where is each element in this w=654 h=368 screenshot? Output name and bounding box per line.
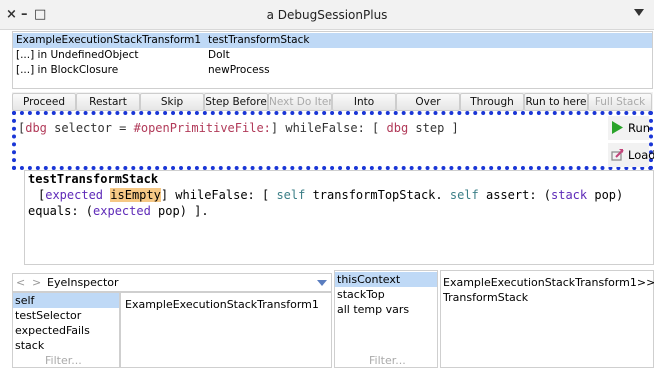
inspector-field-list[interactable]: self testSelector expectedFails stack Fi…	[12, 292, 120, 368]
over-button[interactable]: Over	[396, 93, 460, 111]
command-pane[interactable]: [dbg selector = #openPrimitiveFile:] whi…	[12, 111, 654, 170]
stack-method: newProcess	[208, 64, 270, 76]
play-icon	[612, 121, 623, 134]
stack-receiver: [...] in BlockClosure	[16, 64, 119, 76]
inspector-name: EyeInspector	[47, 276, 119, 289]
stack-row[interactable]: [...] in BlockClosure newProcess	[13, 63, 652, 78]
run-to-here-button[interactable]: Run to here	[524, 93, 588, 111]
list-item[interactable]: all temp vars	[335, 302, 437, 317]
chevron-down-icon[interactable]	[317, 280, 327, 286]
into-button[interactable]: Into	[332, 93, 396, 111]
debugger-toolbar: Proceed Restart Skip Step Before Next Do…	[12, 92, 653, 112]
context-value-line: ExampleExecutionStackTransform1>>test	[443, 276, 654, 289]
back-icon[interactable]: <	[16, 276, 25, 289]
load-button[interactable]: Load	[608, 143, 654, 167]
stack-method: DoIt	[208, 49, 230, 61]
inspector-selector[interactable]: < > EyeInspector	[12, 273, 332, 292]
context-list[interactable]: thisContext stackTop all temp vars Filte…	[334, 270, 438, 368]
context-value-line: TransformStack	[443, 291, 529, 304]
code-line: [expected isEmpty] whileFalse: [ self tr…	[38, 188, 624, 202]
stack-method: testTransformStack	[208, 34, 310, 46]
command-input[interactable]: [dbg selector = #openPrimitiveFile:] whi…	[18, 121, 459, 135]
stack-list[interactable]: ExampleExecutionStackTransform1 testTran…	[12, 31, 653, 89]
stack-receiver: [...] in UndefinedObject	[16, 49, 139, 61]
restart-button[interactable]: Restart	[76, 93, 140, 111]
window-menu-icon[interactable]	[634, 9, 644, 16]
list-item[interactable]: testSelector	[13, 308, 119, 323]
window-titlebar[interactable]: × – □ a DebugSessionPlus	[0, 0, 654, 30]
inspector-filter[interactable]: Filter...	[45, 354, 82, 367]
window-title: a DebugSessionPlus	[266, 8, 388, 22]
inspector-value: ExampleExecutionStackTransform1	[125, 298, 319, 311]
forward-icon[interactable]: >	[32, 276, 41, 289]
next-do-iter-button[interactable]: Next Do Iter	[268, 93, 332, 111]
stack-row[interactable]: ExampleExecutionStackTransform1 testTran…	[13, 33, 652, 48]
method-name: testTransformStack	[28, 172, 159, 186]
step-before-button[interactable]: Step Before	[204, 93, 268, 111]
inspector-value-pane[interactable]: ExampleExecutionStackTransform1	[120, 292, 332, 368]
stack-row[interactable]: [...] in UndefinedObject DoIt	[13, 48, 652, 63]
run-button[interactable]: Run	[608, 116, 650, 140]
list-item[interactable]: expectedFails	[13, 323, 119, 338]
code-editor[interactable]: testTransformStack [expected isEmpty] wh…	[24, 170, 654, 265]
code-line: equals: (expected pop) ].	[28, 204, 209, 218]
highlighted-selector: isEmpty	[110, 188, 161, 202]
list-item[interactable]: self	[13, 293, 119, 308]
context-filter[interactable]: Filter...	[369, 354, 406, 367]
full-stack-button[interactable]: Full Stack	[588, 93, 652, 111]
list-item[interactable]: thisContext	[335, 272, 437, 287]
through-button[interactable]: Through	[460, 93, 524, 111]
skip-button[interactable]: Skip	[140, 93, 204, 111]
list-item[interactable]: stackTop	[335, 287, 437, 302]
load-icon	[611, 149, 624, 161]
context-value-pane[interactable]: ExampleExecutionStackTransform1>>test Tr…	[440, 270, 654, 368]
list-item[interactable]: stack	[13, 338, 119, 353]
stack-receiver: ExampleExecutionStackTransform1	[16, 34, 202, 46]
proceed-button[interactable]: Proceed	[12, 93, 76, 111]
